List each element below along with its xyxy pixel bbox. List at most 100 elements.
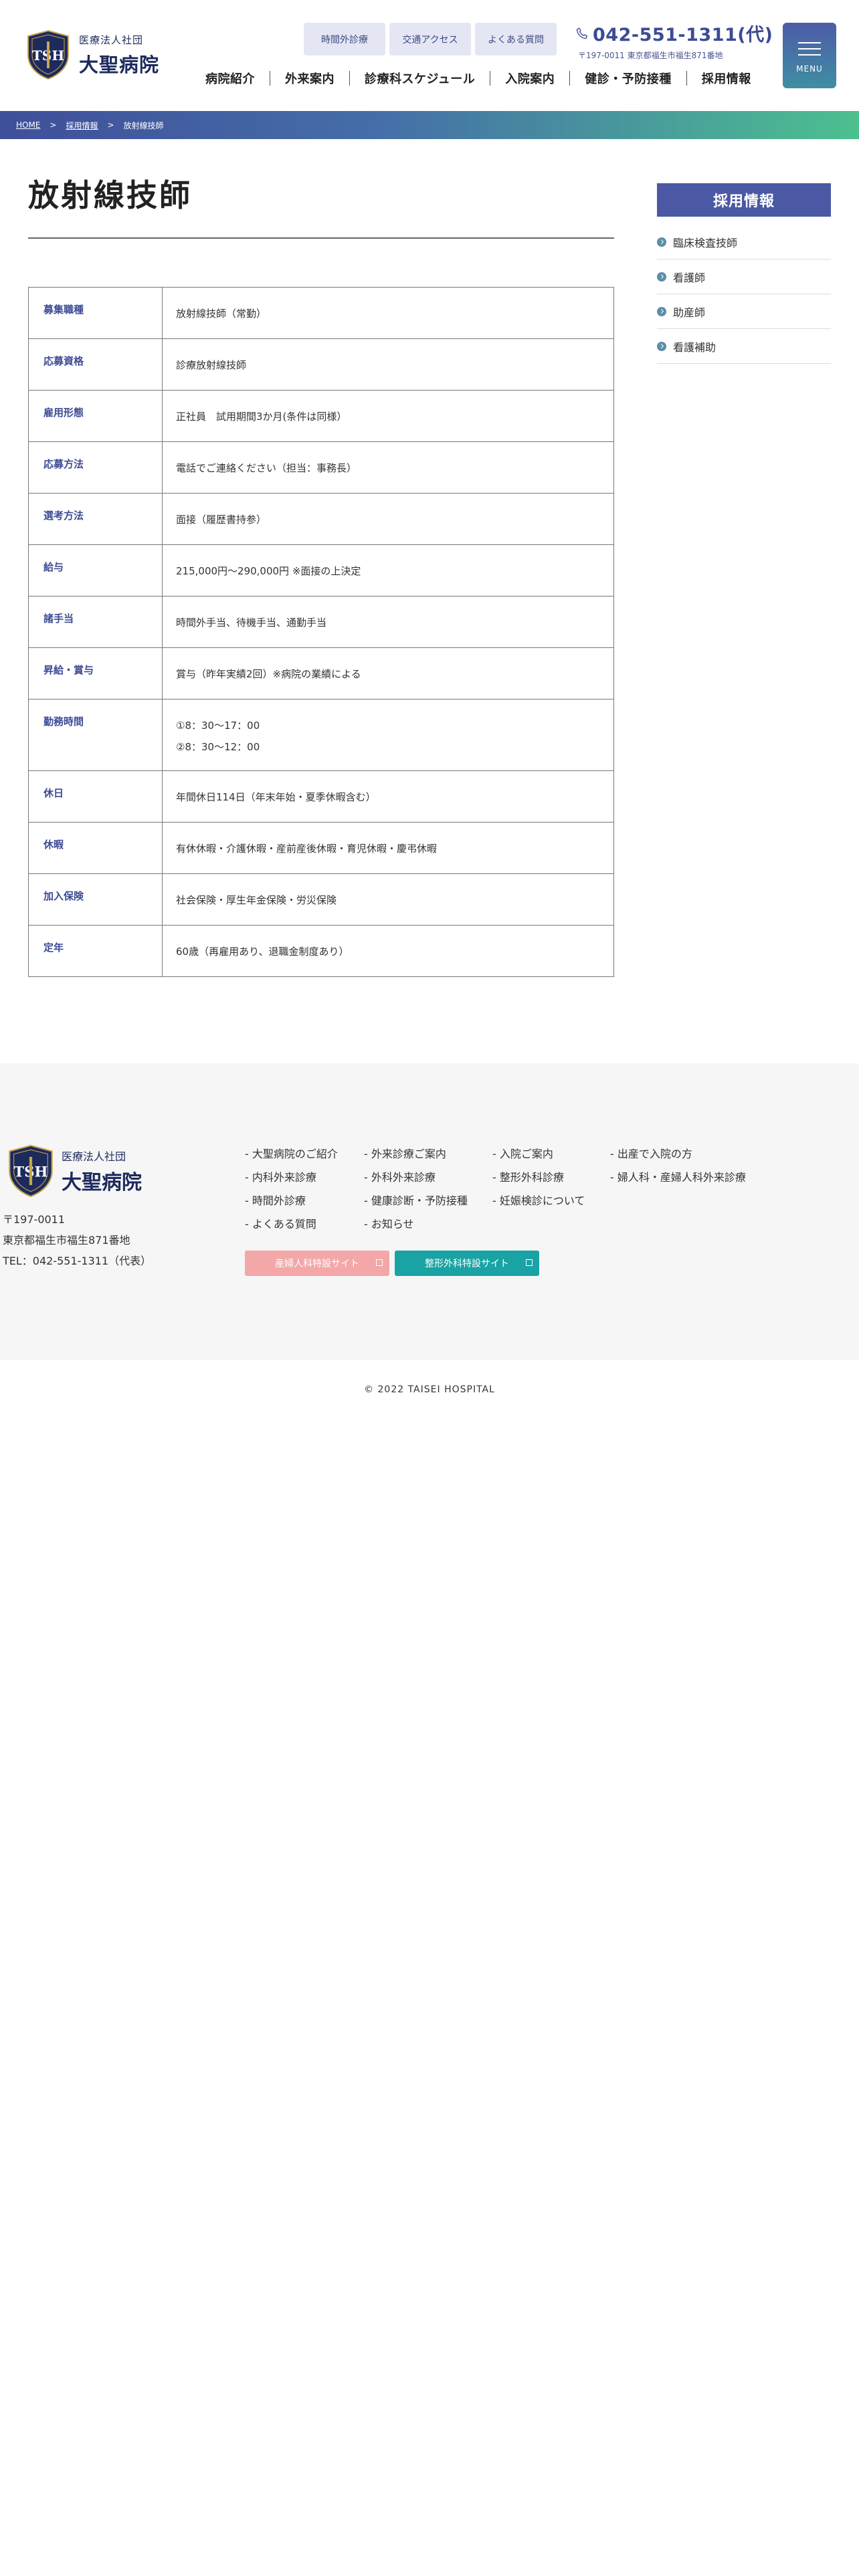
- table-row: 募集職種 放射線技師（常勤）: [28, 287, 614, 339]
- table-row: 給与 215,000円〜290,000円 ※面接の上決定: [28, 544, 614, 597]
- breadcrumb-current: 放射線技師: [123, 120, 164, 130]
- global-nav: 病院紹介 外来案内 診療科スケジュール 入院案内 健診・予防接種 採用情報: [191, 70, 766, 87]
- hospital-logo[interactable]: TSH 医療法人社団 大聖病院: [24, 29, 159, 80]
- title-divider: [28, 237, 614, 239]
- nav-item-about[interactable]: 病院紹介: [191, 70, 270, 87]
- table-row: 雇用形態 正社員 試用期間3か月(条件は同様）: [28, 390, 614, 442]
- row-value-line: 電話でご連絡ください（担当：事務長）: [176, 462, 357, 474]
- top-links: 時間外診療 交通アクセス よくある質問: [304, 23, 557, 56]
- nav-item-schedule[interactable]: 診療科スケジュール: [350, 70, 490, 87]
- footer-link-internal[interactable]: - 内科外来診療: [245, 1168, 316, 1184]
- hamburger-icon: [798, 37, 821, 60]
- top-link-access[interactable]: 交通アクセス: [389, 23, 471, 56]
- table-row: 昇給・賞与 賞与（昨年実績2回）※病院の業績による: [28, 647, 614, 700]
- footer-link-surgery[interactable]: - 外科外来診療: [364, 1168, 436, 1184]
- footer-street: 東京都福生市福生871番地: [3, 1234, 130, 1247]
- footer-postal: 〒197-0011: [3, 1213, 66, 1226]
- obstetrics-site-button[interactable]: 産婦人科特設サイト: [245, 1251, 389, 1276]
- row-label: 昇給・賞与: [28, 647, 163, 700]
- row-value-line: 正社員 試用期間3か月(条件は同様）: [176, 411, 347, 423]
- top-link-faq[interactable]: よくある質問: [475, 23, 557, 56]
- sidebar-item-nursing-assistant[interactable]: 看護補助: [657, 329, 831, 364]
- row-value: ①8：30〜17：00 ②8：30〜12：00: [162, 699, 614, 771]
- row-label: 選考方法: [28, 493, 163, 545]
- footer-link-inpatient[interactable]: - 入院ご案内: [492, 1145, 553, 1161]
- row-value: 60歳（再雇用あり、退職金制度あり）: [162, 925, 614, 977]
- breadcrumb-home[interactable]: HOME: [16, 120, 40, 130]
- sidebar-item-lab-technician[interactable]: 臨床検査技師: [657, 225, 831, 259]
- row-label: 雇用形態: [28, 390, 163, 442]
- row-value: 社会保険・厚生年金保険・労災保険: [162, 873, 614, 926]
- row-value: 賞与（昨年実績2回）※病院の業績による: [162, 647, 614, 700]
- nav-item-outpatient[interactable]: 外来案内: [270, 70, 349, 87]
- footer-link-pregnancy[interactable]: - 妊娠検診について: [492, 1192, 585, 1208]
- sidebar-item-label: 助産師: [673, 306, 706, 319]
- menu-label: MENU: [796, 64, 823, 74]
- external-link-icon: [376, 1259, 383, 1266]
- arrow-circle-icon: [657, 341, 666, 351]
- footer-link-childbirth[interactable]: - 出産で入院の方: [610, 1145, 692, 1161]
- sidebar-title: 採用情報: [657, 183, 831, 217]
- nav-item-checkup[interactable]: 健診・予防接種: [570, 70, 686, 87]
- footer-link-faq[interactable]: - よくある質問: [245, 1215, 316, 1231]
- row-value: 年間休日114日（年末年始・夏季休暇含む）: [162, 770, 614, 823]
- sidebar-item-midwife[interactable]: 助産師: [657, 294, 831, 329]
- sidebar-item-nurse[interactable]: 看護師: [657, 259, 831, 294]
- breadcrumb-parent[interactable]: 採用情報: [66, 120, 98, 131]
- footer-tel[interactable]: TEL：042-551-1311（代表）: [3, 1251, 151, 1271]
- footer-link-checkup[interactable]: - 健康診断・予防接種: [364, 1192, 468, 1208]
- row-value-line: 有休休暇・介護休暇・産前産後休暇・育児休暇・慶弔休暇: [176, 843, 438, 855]
- row-value-line: 賞与（昨年実績2回）※病院の業績による: [176, 668, 361, 680]
- sidebar-list: 臨床検査技師 看護師 助産師 看護補助: [657, 225, 831, 364]
- row-value-line: 面接（履歴書持参）: [176, 514, 267, 526]
- page-title: 放射線技師: [28, 177, 192, 213]
- footer-link-outpatient[interactable]: - 外来診療ご案内: [364, 1145, 446, 1161]
- hospital-emblem-icon: TSH: [27, 29, 69, 80]
- phone-number-link[interactable]: 042-551-1311(代): [575, 20, 773, 46]
- orthopedics-site-label: 整形外科特設サイト: [425, 1259, 509, 1269]
- row-value-line: 215,000円〜290,000円 ※面接の上決定: [176, 565, 361, 577]
- row-value: 放射線技師（常勤）: [162, 287, 614, 339]
- row-label: 応募方法: [28, 441, 163, 494]
- table-row: 応募方法 電話でご連絡ください（担当：事務長）: [28, 441, 614, 494]
- row-value: 215,000円〜290,000円 ※面接の上決定: [162, 544, 614, 597]
- footer-link-orthopedics[interactable]: - 整形外科診療: [492, 1168, 564, 1184]
- row-label: 給与: [28, 544, 163, 597]
- row-value-line: ①8：30〜17：00: [176, 720, 260, 732]
- footer-link-news[interactable]: - お知らせ: [364, 1215, 414, 1231]
- table-row: 休日 年間休日114日（年末年始・夏季休暇含む）: [28, 770, 614, 823]
- footer-link-about[interactable]: - 大聖病院のご紹介: [245, 1145, 338, 1161]
- footer-link-gynecology[interactable]: - 婦人科・産婦人科外来診療: [610, 1168, 746, 1184]
- site-footer: TSH 医療法人社団 大聖病院 〒197-0011 東京都福生市福生871番地 …: [0, 1063, 859, 1360]
- row-value: 時間外手当、待機手当、通勤手当: [162, 596, 614, 648]
- footer-link-after-hours[interactable]: - 時間外診療: [245, 1192, 306, 1208]
- site-header: TSH 医療法人社団 大聖病院 時間外診療 交通アクセス よくある質問 042-…: [0, 0, 859, 111]
- sidebar-item-label: 看護師: [673, 271, 706, 284]
- arrow-circle-icon: [657, 306, 666, 316]
- row-label: 諸手当: [28, 596, 163, 648]
- breadcrumb-separator: >: [107, 120, 114, 130]
- nav-item-inpatient[interactable]: 入院案内: [490, 70, 569, 87]
- menu-button[interactable]: MENU: [783, 23, 836, 88]
- top-link-after-hours[interactable]: 時間外診療: [304, 23, 385, 56]
- row-value-line: 診療放射線技師: [176, 359, 247, 371]
- table-row: 応募資格 診療放射線技師: [28, 338, 614, 391]
- logo-name-text: 大聖病院: [79, 53, 160, 76]
- job-info-table: 募集職種 放射線技師（常勤） 応募資格 診療放射線技師 雇用形態 正社員 試用期間3か月(…: [28, 287, 614, 977]
- row-label: 加入保険: [28, 873, 163, 926]
- table-row: 休暇 有休休暇・介護休暇・産前産後休暇・育児休暇・慶弔休暇: [28, 822, 614, 874]
- nav-item-recruit[interactable]: 採用情報: [687, 70, 766, 87]
- footer-logo-corp: 医療法人社団: [62, 1150, 126, 1163]
- hospital-emblem-icon: TSH: [9, 1144, 53, 1198]
- breadcrumb-separator: >: [50, 120, 57, 130]
- table-row: 選考方法 面接（履歴書持参）: [28, 493, 614, 545]
- row-value-line: 時間外手当、待機手当、通勤手当: [176, 617, 327, 629]
- arrow-circle-icon: [657, 237, 666, 247]
- orthopedics-site-button[interactable]: 整形外科特設サイト: [395, 1251, 539, 1276]
- row-value-line: 社会保険・厚生年金保険・労災保険: [176, 894, 337, 906]
- row-value-line: ②8：30〜12：00: [176, 741, 260, 753]
- footer-logo[interactable]: TSH 医療法人社団 大聖病院: [5, 1144, 142, 1198]
- row-value-line: 年間休日114日（年末年始・夏季休暇含む）: [176, 791, 376, 803]
- row-label: 休暇: [28, 822, 163, 874]
- sidebar-item-label: 看護補助: [673, 340, 717, 354]
